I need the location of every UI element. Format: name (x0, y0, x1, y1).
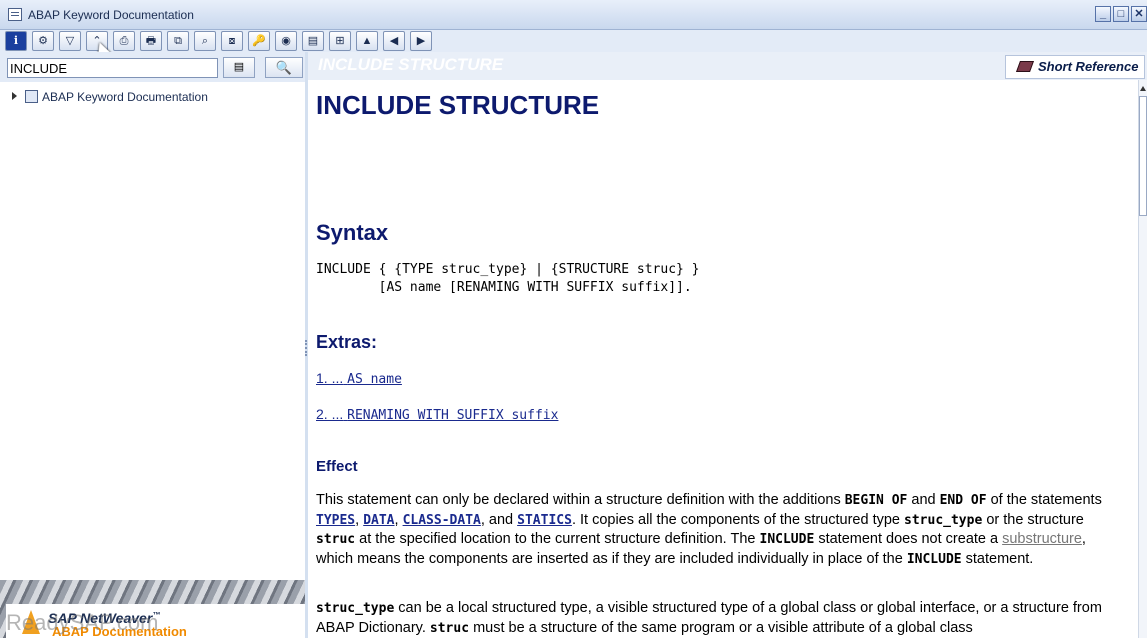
window-title: ABAP Keyword Documentation (28, 8, 194, 22)
extra-link-renaming[interactable]: 2. ... RENAMING WITH SUFFIX suffix (316, 406, 558, 423)
search-input[interactable] (7, 58, 218, 78)
struc-type-paragraph: struc_type can be a local structured typ… (316, 600, 1102, 636)
minimize-button[interactable]: _ (1095, 6, 1111, 22)
effect-heading: Effect (316, 458, 358, 475)
key-icon[interactable]: 🔑 (248, 31, 270, 51)
settings-icon[interactable]: ⚙ (32, 31, 54, 51)
expand-icon[interactable]: ▽ (59, 31, 81, 51)
forward-arrow-icon[interactable]: ▶ (410, 31, 432, 51)
link-statics[interactable]: STATICS (517, 513, 572, 528)
scroll-up-icon[interactable] (1140, 86, 1146, 91)
link-types[interactable]: TYPES (316, 513, 355, 528)
extra-link-as-name[interactable]: 1. ... AS name (316, 370, 402, 387)
search-bar: ▤ 🔍 (0, 52, 305, 82)
copy-icon[interactable]: ⧉ (167, 31, 189, 51)
close-button[interactable]: ✕ (1131, 6, 1147, 22)
effect-paragraph: This statement can only be declared with… (316, 492, 1102, 567)
content-header: INCLUDE STRUCTURE Short Reference (308, 52, 1147, 80)
header-faded-title: INCLUDE STRUCTURE (318, 55, 504, 74)
maximize-button[interactable]: □ (1113, 6, 1129, 22)
syntax-code: INCLUDE { {TYPE struc_type} | {STRUCTURE… (316, 262, 700, 295)
print-icon[interactable]: ⎙ (113, 31, 135, 51)
back-arrow-icon[interactable]: ◀ (383, 31, 405, 51)
tree-icon[interactable]: ⊞ (329, 31, 351, 51)
expand-caret-icon[interactable] (12, 92, 17, 100)
scroll-thumb[interactable] (1139, 96, 1147, 216)
link-substructure[interactable]: substructure (1002, 531, 1082, 547)
tree-item-root[interactable]: ABAP Keyword Documentation (12, 90, 208, 106)
filter-button[interactable]: ▤ (223, 57, 255, 78)
short-reference-button[interactable]: Short Reference (1005, 55, 1145, 79)
link-class-data[interactable]: CLASS-DATA (403, 513, 481, 528)
watermark: ReadySAP.com (6, 610, 159, 635)
product-banner: SAP NetWeaver™ ABAP Documentation ReadyS… (0, 580, 305, 638)
documentation-content: INCLUDE STRUCTURE Syntax INCLUDE { {TYPE… (308, 80, 1138, 638)
toolbar: i ⚙ ▽ ⌃ ⎙ 🖶 ⧉ ⌕ ⧇ 🔑 ◉ ▤ ⊞ ▲ ◀ ▶ (0, 30, 1147, 52)
link-data[interactable]: DATA (363, 513, 394, 528)
book-icon (1015, 61, 1035, 72)
list-icon[interactable]: ▤ (302, 31, 324, 51)
app-window: ABAP Keyword Documentation _ □ ✕ i ⚙ ▽ ⌃… (0, 0, 1147, 638)
window-icon (8, 8, 22, 21)
target-icon[interactable]: ◉ (275, 31, 297, 51)
book-icon (25, 90, 38, 103)
topic-tree: ABAP Keyword Documentation (0, 82, 305, 580)
title-bar: ABAP Keyword Documentation _ □ ✕ (0, 0, 1147, 30)
tree-item-label: ABAP Keyword Documentation (42, 90, 208, 104)
vertical-scrollbar[interactable] (1138, 80, 1147, 638)
extras-heading: Extras: (316, 332, 378, 352)
up-arrow-icon[interactable]: ▲ (356, 31, 378, 51)
print-all-icon[interactable]: 🖶 (140, 31, 162, 51)
syntax-heading: Syntax (316, 220, 389, 245)
navigation-panel: ▤ 🔍 ABAP Keyword Documentation SAP NetWe… (0, 52, 305, 638)
find-next-icon[interactable]: ⧇ (221, 31, 243, 51)
search-button[interactable]: 🔍 (265, 57, 303, 78)
info-icon[interactable]: i (5, 31, 27, 51)
find-icon[interactable]: ⌕ (194, 31, 216, 51)
page-title: INCLUDE STRUCTURE (316, 90, 600, 120)
